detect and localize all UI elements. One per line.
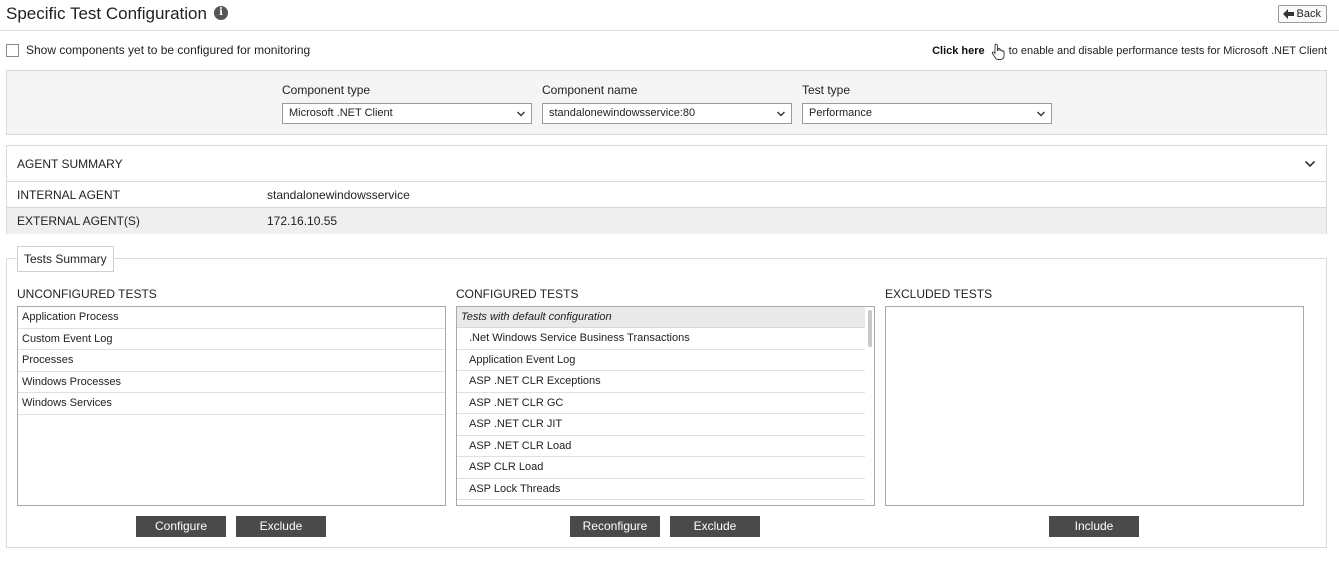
component-type-value: Microsoft .NET Client: [289, 107, 393, 119]
list-item[interactable]: ASP .NET CLR GC: [457, 393, 865, 414]
list-item[interactable]: ASP .NET CLR JIT: [457, 414, 865, 436]
chevron-down-icon: [517, 111, 525, 117]
list-item[interactable]: Windows Services: [18, 393, 445, 415]
list-item[interactable]: ASP Lock Threads: [457, 479, 865, 500]
agent-summary-title: AGENT SUMMARY: [17, 157, 123, 171]
unconfigured-tests-label: UNCONFIGURED TESTS: [17, 287, 157, 301]
external-agent-value: 172.16.10.55: [267, 214, 338, 228]
agent-summary-panel: AGENT SUMMARY INTERNAL AGENT standalonew…: [6, 145, 1327, 234]
show-unconfigured-label: Show components yet to be configured for…: [26, 43, 311, 57]
reconfigure-button[interactable]: Reconfigure: [570, 516, 660, 537]
page-header: Specific Test Configuration i Back: [0, 0, 1339, 31]
exclude-unconfigured-button[interactable]: Exclude: [236, 516, 326, 537]
component-name-group: Component name standalonewindowsservice:…: [542, 83, 792, 124]
component-name-value: standalonewindowsservice:80: [549, 107, 696, 119]
configured-group-header: Tests with default configuration: [457, 307, 865, 328]
info-icon[interactable]: i: [214, 6, 228, 20]
chevron-down-icon: [777, 111, 785, 117]
click-here-row: Click here to enable and disable perform…: [932, 42, 1327, 60]
show-unconfigured-checkbox[interactable]: [6, 43, 19, 57]
click-here-suffix: to enable and disable performance tests …: [1008, 45, 1327, 57]
tests-summary-tab[interactable]: Tests Summary: [17, 246, 114, 272]
test-type-label: Test type: [802, 83, 851, 97]
configured-tests-content: Tests with default configuration .Net Wi…: [457, 307, 865, 500]
click-here-link[interactable]: Click here: [932, 45, 985, 57]
list-item[interactable]: Application Process: [18, 307, 445, 329]
component-name-label: Component name: [542, 83, 638, 97]
component-type-label: Component type: [282, 83, 371, 97]
include-button[interactable]: Include: [1049, 516, 1139, 537]
configured-tests-label: CONFIGURED TESTS: [456, 287, 579, 301]
back-arrow-icon: [1282, 9, 1294, 19]
chevron-down-icon[interactable]: [1304, 158, 1316, 170]
internal-agent-row: INTERNAL AGENT standalonewindowsservice: [7, 182, 1326, 208]
list-item[interactable]: .Net Windows Service Business Transactio…: [457, 328, 865, 350]
internal-agent-value: standalonewindowsservice: [267, 188, 410, 202]
page-title: Specific Test Configuration: [6, 4, 207, 23]
page: Specific Test Configuration i Back Show …: [0, 0, 1339, 568]
list-item[interactable]: Windows Processes: [18, 372, 445, 393]
external-agent-key: EXTERNAL AGENT(S): [17, 214, 140, 228]
back-button-label: Back: [1296, 8, 1321, 20]
component-type-select[interactable]: Microsoft .NET Client: [282, 103, 532, 124]
test-type-group: Test type Performance: [802, 83, 1052, 124]
configured-scrollbar[interactable]: [868, 310, 872, 347]
list-item[interactable]: ASP .NET CLR Load: [457, 436, 865, 457]
agent-summary-header[interactable]: AGENT SUMMARY: [7, 146, 1326, 182]
excluded-tests-list[interactable]: [885, 306, 1304, 506]
internal-agent-key: INTERNAL AGENT: [17, 188, 120, 202]
list-item[interactable]: Application Event Log: [457, 350, 865, 371]
component-name-select[interactable]: standalonewindowsservice:80: [542, 103, 792, 124]
chevron-down-icon: [1037, 111, 1045, 117]
list-item[interactable]: Custom Event Log: [18, 329, 445, 350]
exclude-configured-button[interactable]: Exclude: [670, 516, 760, 537]
configure-button[interactable]: Configure: [136, 516, 226, 537]
hand-pointer-icon: [991, 43, 1005, 60]
test-type-value: Performance: [809, 107, 872, 119]
list-item[interactable]: ASP CLR Load: [457, 457, 865, 479]
list-item[interactable]: ASP .NET CLR Exceptions: [457, 371, 865, 393]
test-type-select[interactable]: Performance: [802, 103, 1052, 124]
back-button[interactable]: Back: [1277, 5, 1327, 23]
list-item[interactable]: Processes: [18, 350, 445, 372]
excluded-tests-label: EXCLUDED TESTS: [885, 287, 993, 301]
component-type-group: Component type Microsoft .NET Client: [282, 83, 532, 124]
filter-panel: Component type Microsoft .NET Client Com…: [6, 70, 1327, 135]
configured-tests-list[interactable]: Tests with default configuration .Net Wi…: [456, 306, 875, 506]
external-agent-row: EXTERNAL AGENT(S) 172.16.10.55: [7, 208, 1326, 234]
show-unconfigured-row: Show components yet to be configured for…: [6, 43, 310, 57]
unconfigured-tests-list[interactable]: Application Process Custom Event Log Pro…: [17, 306, 446, 506]
